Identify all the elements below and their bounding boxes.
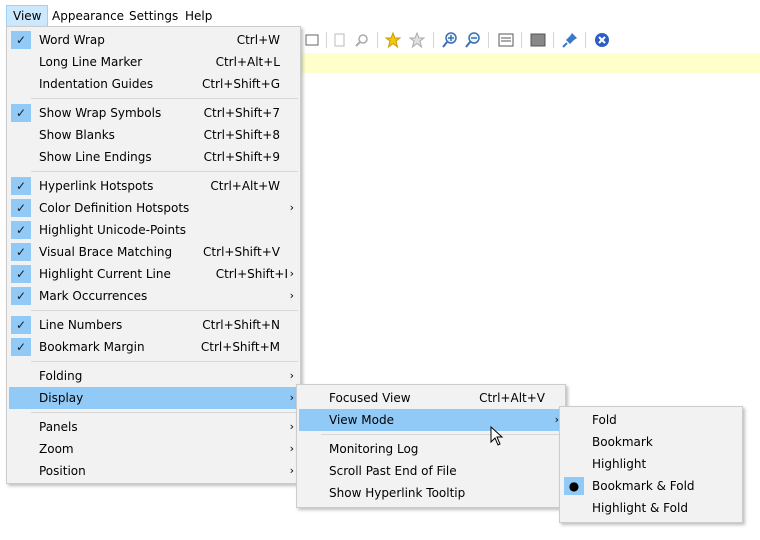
menu-item-focused-view[interactable]: Focused View Ctrl+Alt+V [299, 387, 563, 409]
menu-item-folding[interactable]: Folding › [9, 365, 298, 387]
menu-item-bookmark-margin[interactable]: ✓ Bookmark Margin Ctrl+Shift+M [9, 336, 298, 358]
menu-item-bookmark[interactable]: Bookmark [562, 431, 740, 453]
display-submenu: Focused View Ctrl+Alt+V View Mode › Moni… [296, 384, 566, 508]
menu-item-bookmark-and-fold[interactable]: ● Bookmark & Fold [562, 475, 740, 497]
toolbar-separator [553, 32, 554, 48]
mouse-cursor-icon [490, 426, 504, 446]
menu-item-panels[interactable]: Panels › [9, 416, 298, 438]
check-icon: ✓ [11, 316, 31, 334]
doc-icon[interactable] [302, 30, 322, 50]
menu-item-line-numbers[interactable]: ✓ Line Numbers Ctrl+Shift+N [9, 314, 298, 336]
menu-item-show-hyperlink-tooltip[interactable]: Show Hyperlink Tooltip [299, 482, 563, 504]
check-icon: ✓ [11, 338, 31, 356]
menu-view[interactable]: View [6, 5, 49, 27]
view-menu: ✓ Word Wrap Ctrl+W Long Line Marker Ctrl… [6, 26, 301, 484]
submenu-arrow-icon: › [289, 391, 294, 404]
menu-item-indentation-guides[interactable]: Indentation Guides Ctrl+Shift+G [9, 73, 298, 95]
check-icon: ✓ [11, 265, 31, 283]
toolbar-separator [433, 32, 434, 48]
panel-icon[interactable] [496, 30, 516, 50]
current-line-highlight [300, 53, 760, 73]
menu-item-display[interactable]: Display › [9, 387, 298, 409]
pin-icon[interactable] [560, 30, 580, 50]
menu-item-hyperlink-hotspots[interactable]: ✓ Hyperlink Hotspots Ctrl+Alt+W [9, 175, 298, 197]
zoom-find-icon[interactable] [352, 30, 372, 50]
submenu-arrow-icon: › [289, 420, 294, 433]
submenu-arrow-icon: › [289, 201, 294, 214]
menu-separator [31, 171, 298, 172]
submenu-arrow-icon: › [289, 442, 294, 455]
menu-appearance[interactable]: Appearance [46, 6, 130, 26]
check-icon: ✓ [11, 31, 31, 49]
menu-settings[interactable]: Settings [123, 6, 184, 26]
menu-item-color-definition-hotspots[interactable]: ✓ Color Definition Hotspots › [9, 197, 298, 219]
star-icon[interactable] [383, 30, 403, 50]
check-icon: ✓ [11, 221, 31, 239]
screen-icon[interactable] [528, 30, 548, 50]
menu-item-mark-occurrences[interactable]: ✓ Mark Occurrences › [9, 285, 298, 307]
submenu-arrow-icon: › [289, 369, 294, 382]
menu-item-view-mode[interactable]: View Mode › [299, 409, 563, 431]
check-icon: ✓ [11, 243, 31, 261]
menu-item-monitoring-log[interactable]: Monitoring Log [299, 438, 563, 460]
toolbar-separator [521, 32, 522, 48]
submenu-arrow-icon: › [289, 289, 294, 302]
menu-item-highlight-current-line[interactable]: ✓ Highlight Current Line Ctrl+Shift+I › [9, 263, 298, 285]
dim-doc-icon[interactable] [330, 30, 350, 50]
menu-item-show-blanks[interactable]: Show Blanks Ctrl+Shift+8 [9, 124, 298, 146]
zoom-out-icon[interactable] [463, 30, 483, 50]
menu-separator [31, 98, 298, 99]
menu-item-long-line-marker[interactable]: Long Line Marker Ctrl+Alt+L [9, 51, 298, 73]
toolbar [300, 27, 760, 53]
check-icon: ✓ [11, 177, 31, 195]
menu-item-highlight[interactable]: Highlight [562, 453, 740, 475]
close-circle-icon[interactable] [592, 30, 612, 50]
menu-item-show-line-endings[interactable]: Show Line Endings Ctrl+Shift+9 [9, 146, 298, 168]
view-mode-submenu: Fold Bookmark Highlight ● Bookmark & Fol… [559, 406, 743, 523]
menu-separator [31, 361, 298, 362]
menu-item-word-wrap[interactable]: ✓ Word Wrap Ctrl+W [9, 29, 298, 51]
zoom-in-icon[interactable] [440, 30, 460, 50]
toolbar-separator [488, 32, 489, 48]
check-icon: ✓ [11, 287, 31, 305]
menu-item-show-wrap-symbols[interactable]: ✓ Show Wrap Symbols Ctrl+Shift+7 [9, 102, 298, 124]
menu-item-highlight-and-fold[interactable]: Highlight & Fold [562, 497, 740, 519]
submenu-arrow-icon: › [289, 464, 294, 477]
toolbar-separator [377, 32, 378, 48]
menu-separator [321, 434, 563, 435]
menu-bar: View Appearance Settings Help [0, 0, 760, 27]
toolbar-separator [585, 32, 586, 48]
star-outline-icon[interactable] [407, 30, 427, 50]
menu-item-scroll-past-end[interactable]: Scroll Past End of File [299, 460, 563, 482]
menu-item-fold[interactable]: Fold [562, 409, 740, 431]
menu-separator [31, 412, 298, 413]
menu-item-position[interactable]: Position › [9, 460, 298, 482]
toolbar-separator [326, 32, 327, 48]
check-icon: ✓ [11, 199, 31, 217]
menu-item-visual-brace-matching[interactable]: ✓ Visual Brace Matching Ctrl+Shift+V [9, 241, 298, 263]
check-icon: ✓ [11, 104, 31, 122]
submenu-arrow-icon: › [289, 267, 294, 280]
menu-item-highlight-unicode-points[interactable]: ✓ Highlight Unicode-Points [9, 219, 298, 241]
menu-help[interactable]: Help [179, 6, 218, 26]
menu-separator [31, 310, 298, 311]
radio-bullet-icon: ● [564, 477, 584, 495]
menu-item-zoom[interactable]: Zoom › [9, 438, 298, 460]
